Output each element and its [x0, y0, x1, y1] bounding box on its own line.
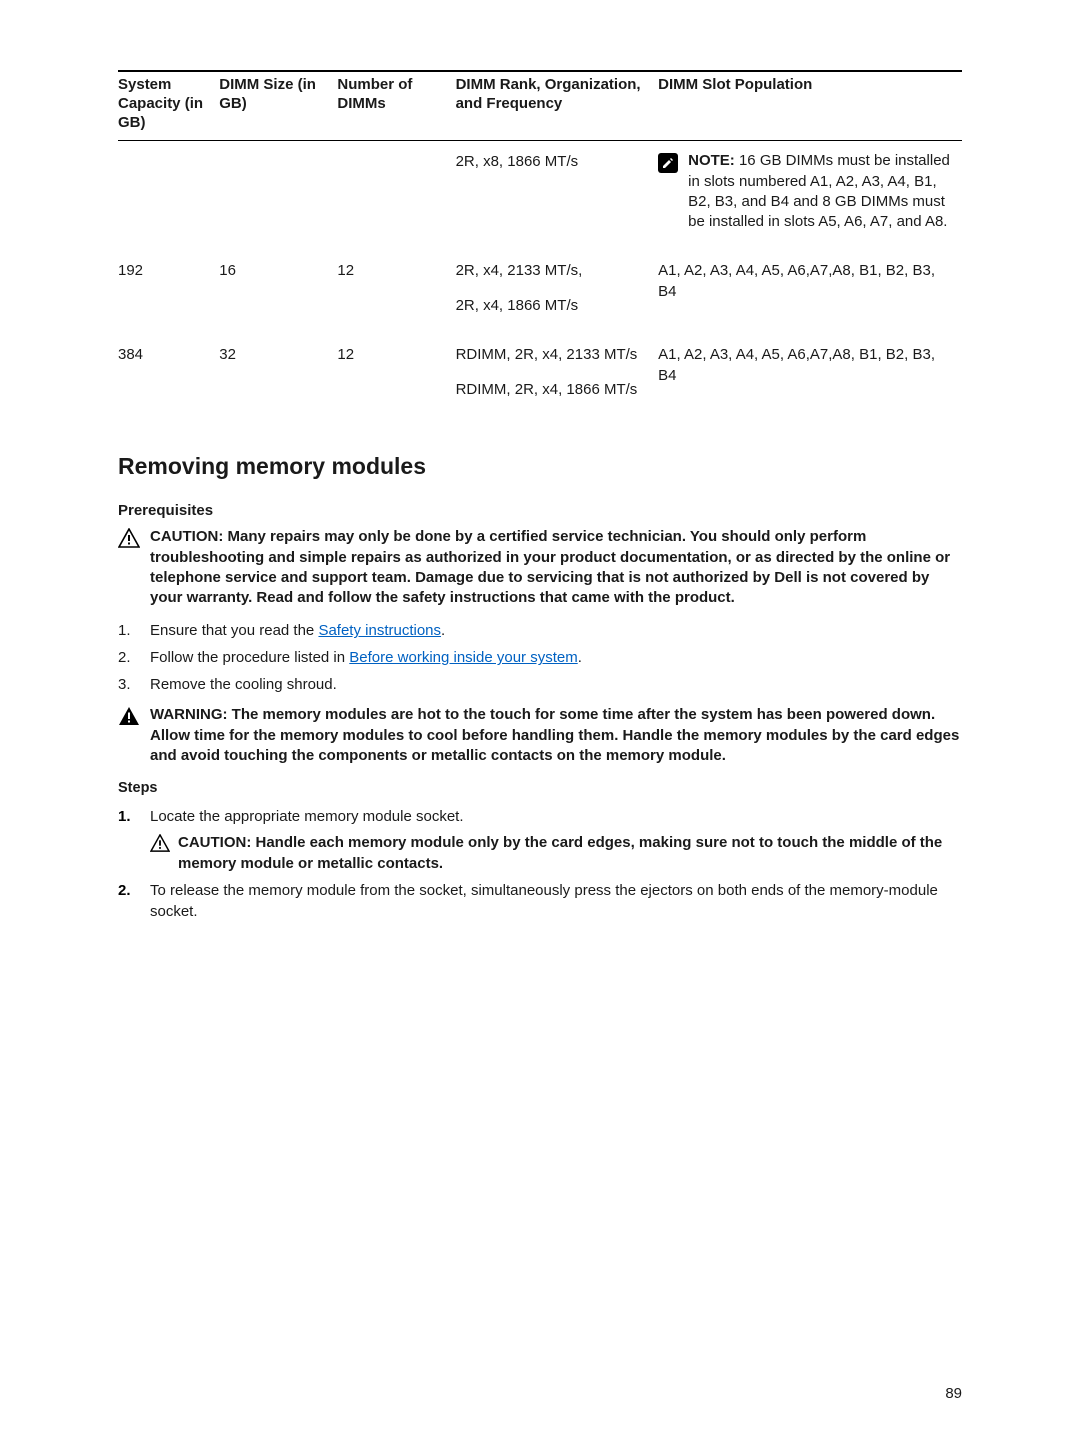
inline-caution: CAUTION: Handle each memory module only … — [150, 833, 962, 874]
before-working-link[interactable]: Before working inside your system — [349, 649, 577, 666]
caution-text: CAUTION: Many repairs may only be done b… — [150, 527, 962, 608]
safety-instructions-link[interactable]: Safety instructions — [318, 622, 441, 639]
table-row: 192 16 12 2R, x4, 2133 MT/s, 2R, x4, 186… — [118, 242, 962, 326]
section-heading: Removing memory modules — [118, 450, 962, 482]
th-number-dimms: Number of DIMMs — [337, 71, 455, 141]
th-dimm-rank: DIMM Rank, Organization, and Frequency — [456, 71, 659, 141]
th-dimm-size: DIMM Size (in GB) — [219, 71, 337, 141]
cell-freq: 2R, x8, 1866 MT/s — [456, 141, 659, 243]
dimm-spec-table: System Capacity (in GB) DIMM Size (in GB… — [118, 70, 962, 410]
cell-slot: A1, A2, A3, A4, A5, A6,A7,A8, B1, B2, B3… — [658, 242, 962, 326]
warning-text: WARNING: The memory modules are hot to t… — [150, 705, 962, 766]
warning-icon — [118, 706, 140, 726]
steps-list: 1. Locate the appropriate memory module … — [118, 806, 962, 922]
cell-freq: 2R, x4, 2133 MT/s, 2R, x4, 1866 MT/s — [456, 242, 659, 326]
caution-block: CAUTION: Many repairs may only be done b… — [118, 527, 962, 608]
steps-heading: Steps — [118, 778, 962, 798]
caution-icon — [118, 528, 140, 548]
list-item: 2. Follow the procedure listed in Before… — [118, 647, 962, 668]
prerequisite-steps-list: 1. Ensure that you read the Safety instr… — [118, 620, 962, 695]
cell-slot-note: NOTE: 16 GB DIMMs must be installed in s… — [658, 141, 962, 243]
caution-text: CAUTION: Handle each memory module only … — [178, 833, 962, 874]
list-item: 1. Ensure that you read the Safety instr… — [118, 620, 962, 641]
note-text: NOTE: 16 GB DIMMs must be installed in s… — [688, 151, 954, 232]
prerequisites-heading: Prerequisites — [118, 500, 962, 521]
cell-dimm: 32 — [219, 326, 337, 410]
cell-slot: A1, A2, A3, A4, A5, A6,A7,A8, B1, B2, B3… — [658, 326, 962, 410]
list-item: 2. To release the memory module from the… — [118, 880, 962, 922]
table-row: 2R, x8, 1866 MT/s NOTE: 16 GB DIMMs must… — [118, 141, 962, 243]
note-icon — [658, 153, 678, 173]
th-slot-population: DIMM Slot Population — [658, 71, 962, 141]
cell-dimm: 16 — [219, 242, 337, 326]
caution-icon — [150, 834, 170, 852]
cell-num: 12 — [337, 326, 455, 410]
list-item: 3. Remove the cooling shroud. — [118, 674, 962, 695]
table-row: 384 32 12 RDIMM, 2R, x4, 2133 MT/s RDIMM… — [118, 326, 962, 410]
list-item: 1. Locate the appropriate memory module … — [118, 806, 962, 874]
table-header-row: System Capacity (in GB) DIMM Size (in GB… — [118, 71, 962, 141]
page-number: 89 — [945, 1383, 962, 1404]
cell-sys: 384 — [118, 326, 219, 410]
cell-sys: 192 — [118, 242, 219, 326]
th-system-capacity: System Capacity (in GB) — [118, 71, 219, 141]
cell-freq: RDIMM, 2R, x4, 2133 MT/s RDIMM, 2R, x4, … — [456, 326, 659, 410]
cell-num: 12 — [337, 242, 455, 326]
warning-block: WARNING: The memory modules are hot to t… — [118, 705, 962, 766]
